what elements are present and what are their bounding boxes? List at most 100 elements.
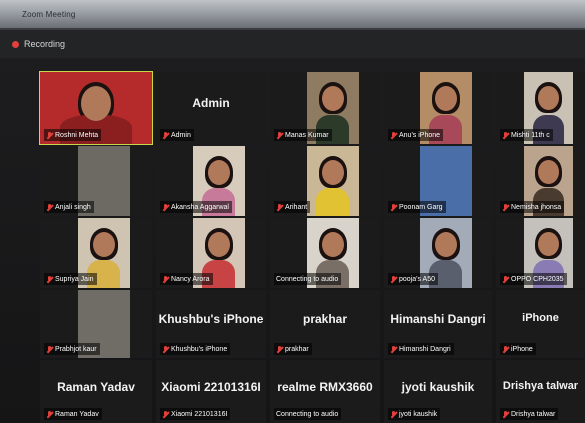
participant-name-label: Roshni Mehta	[44, 129, 102, 141]
participant-display-name: Admin	[192, 96, 230, 110]
participant-display-name: Xiaomi 22101316I	[161, 380, 261, 394]
participant-name: Akansha Aggarwal	[171, 204, 229, 211]
participant-name: Connecting to audio	[276, 411, 339, 418]
participant-name: jyoti kaushik	[399, 411, 438, 418]
participant-display-name: Khushbu's iPhone	[158, 312, 264, 326]
participant-tile[interactable]: Admin Admin	[156, 72, 266, 144]
participant-tile[interactable]: Drishya talwar Drishya talwar	[496, 360, 585, 423]
participant-name-label: Supriya Jain	[44, 273, 97, 285]
participant-name: Prabhjot kaur	[55, 346, 97, 353]
participant-name: Roshni Mehta	[55, 132, 99, 139]
muted-mic-icon	[390, 203, 397, 212]
participant-tile[interactable]: Khushbu's iPhone Khushbu's iPhone	[156, 290, 266, 358]
person-face	[538, 86, 559, 110]
person-face	[322, 160, 344, 185]
person-face	[208, 160, 230, 185]
participant-tile[interactable]: Raman Yadav Raman Yadav	[40, 360, 152, 423]
participant-tile[interactable]: Mishti 11th c	[496, 72, 585, 144]
participant-tile[interactable]: Nancy Arora	[156, 218, 266, 288]
participant-tile[interactable]: Nemisha jhonsa	[496, 146, 585, 216]
participant-name: Arihant	[285, 204, 308, 211]
participant-name: Anjali singh	[55, 204, 91, 211]
participant-name-label: Arihant	[274, 201, 311, 213]
participant-name-label: Mishti 11th c	[500, 129, 553, 141]
participant-display-name: Himanshi Dangri	[390, 312, 486, 326]
window-title: Zoom Meeting	[22, 10, 76, 19]
participant-name-label: Connecting to audio	[274, 408, 342, 420]
window-titlebar: Zoom Meeting	[0, 0, 585, 30]
participant-tile[interactable]: iPhone iPhone	[496, 290, 585, 358]
participant-tile[interactable]: jyoti kaushik jyoti kaushik	[384, 360, 492, 423]
muted-mic-icon	[46, 275, 53, 284]
muted-mic-icon	[502, 345, 509, 354]
muted-mic-icon	[276, 131, 283, 140]
participant-name-label: Nancy Arora	[160, 273, 213, 285]
person-face	[538, 160, 559, 184]
participant-tile[interactable]: Poonam Garg	[384, 146, 492, 216]
participant-name-label: Nemisha jhonsa	[500, 201, 565, 213]
participant-name-label: Himanshi Dangri	[388, 343, 454, 355]
participant-tile[interactable]: Himanshi Dangri Himanshi Dangri	[384, 290, 492, 358]
participant-name-label: prakhar	[274, 343, 312, 355]
participant-name: Mishti 11th c	[511, 132, 550, 139]
muted-mic-icon	[162, 275, 169, 284]
participant-tile[interactable]: prakhar prakhar	[270, 290, 380, 358]
muted-mic-icon	[502, 203, 509, 212]
participant-name: Raman Yadav	[55, 411, 99, 418]
muted-mic-icon	[502, 275, 509, 284]
muted-mic-icon	[46, 203, 53, 212]
participant-name-label: Drishya talwar	[500, 408, 559, 420]
participant-tile[interactable]: pooja's A50	[384, 218, 492, 288]
person-face	[93, 232, 115, 257]
muted-mic-icon	[502, 131, 509, 140]
participant-name-label: OPPO CPH2035	[500, 273, 567, 285]
recording-icon	[12, 41, 19, 48]
participant-display-name: prakhar	[302, 312, 348, 326]
muted-mic-icon	[162, 203, 169, 212]
participant-name: Anu's iPhone	[399, 132, 441, 139]
participant-name: Nancy Arora	[171, 276, 210, 283]
participant-tile[interactable]: Akansha Aggarwal	[156, 146, 266, 216]
person-face	[322, 86, 344, 111]
participant-tile[interactable]: Connecting to audio	[270, 218, 380, 288]
participant-tile[interactable]: Roshni Mehta	[39, 71, 153, 145]
recording-bar: Recording	[0, 30, 585, 58]
participant-name: OPPO CPH2035	[511, 276, 564, 283]
participant-name-label: Khushbu's iPhone	[160, 343, 231, 355]
muted-mic-icon	[46, 131, 53, 140]
person-face	[435, 232, 457, 257]
participant-name: iPhone	[511, 346, 533, 353]
muted-mic-icon	[390, 345, 397, 354]
participant-name-label: jyoti kaushik	[388, 408, 441, 420]
participant-tile[interactable]: Manas Kumar	[270, 72, 380, 144]
muted-mic-icon	[276, 345, 283, 354]
participant-name-label: pooja's A50	[388, 273, 438, 285]
participant-name-label: Prabhjot kaur	[44, 343, 100, 355]
recording-label: Recording	[24, 39, 66, 49]
participant-grid: Roshni Mehta Admin Admin Manas Kumar Anu's i…	[39, 71, 585, 423]
participant-tile[interactable]: Arihant	[270, 146, 380, 216]
participant-tile[interactable]: Anjali singh	[40, 146, 152, 216]
participant-tile[interactable]: Prabhjot kaur	[40, 290, 152, 358]
muted-mic-icon	[46, 345, 53, 354]
muted-mic-icon	[502, 410, 509, 419]
participant-name: Xiaomi 22101316I	[171, 411, 228, 418]
participant-tile[interactable]: Xiaomi 22101316I Xiaomi 22101316I	[156, 360, 266, 423]
muted-mic-icon	[162, 131, 169, 140]
participant-video	[307, 146, 359, 216]
person-face	[538, 232, 559, 256]
participant-tile[interactable]: realme RMX3660 Connecting to audio	[270, 360, 380, 423]
participant-tile[interactable]: OPPO CPH2035	[496, 218, 585, 288]
participant-tile[interactable]: Anu's iPhone	[384, 72, 492, 144]
participant-name-label: Xiaomi 22101316I	[160, 408, 231, 420]
participant-display-name: Drishya talwar	[502, 380, 579, 392]
participant-name-label: Admin	[160, 129, 194, 141]
participant-name-label: Poonam Garg	[388, 201, 446, 213]
participant-name: Supriya Jain	[55, 276, 94, 283]
person-face	[81, 86, 111, 121]
participant-name: Manas Kumar	[285, 132, 329, 139]
participant-name: Poonam Garg	[399, 204, 443, 211]
participant-name: Drishya talwar	[511, 411, 556, 418]
participant-display-name: realme RMX3660	[277, 380, 373, 394]
participant-tile[interactable]: Supriya Jain	[40, 218, 152, 288]
